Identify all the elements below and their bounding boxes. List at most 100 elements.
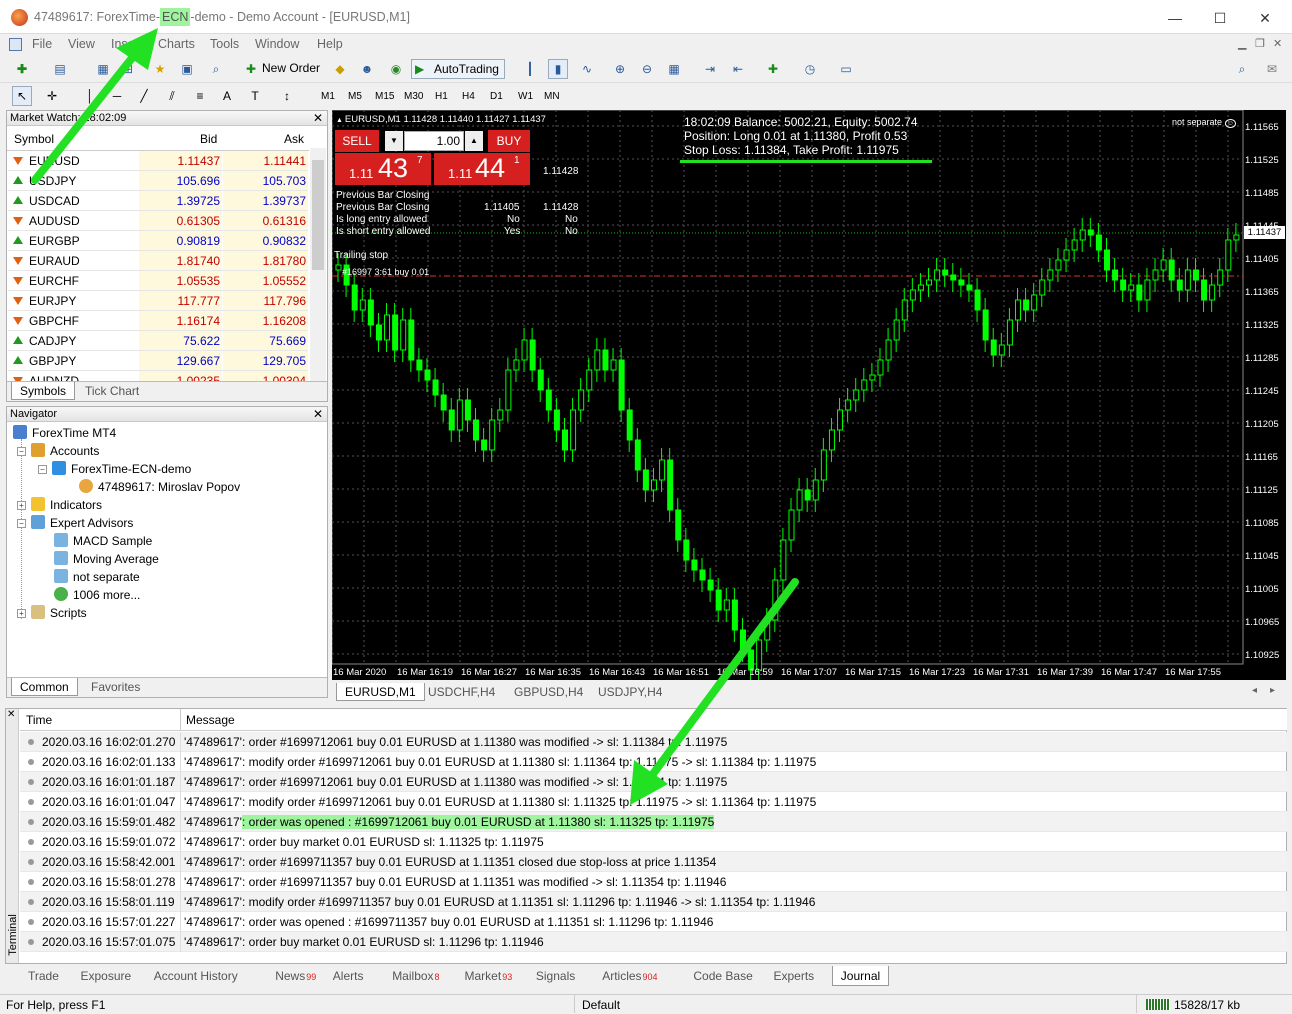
sell-price-box[interactable]: 1.11 43 7 <box>335 153 431 185</box>
crosshair-icon[interactable]: ✛ <box>42 86 62 106</box>
data-window-icon[interactable]: ⊞ <box>118 59 138 79</box>
tab-usdjpy-h4[interactable]: USDJPY,H4 <box>590 683 670 701</box>
periods-icon[interactable]: ◷ <box>800 59 820 79</box>
new-chart-icon[interactable]: ✚ <box>12 59 32 79</box>
market-watch-icon[interactable]: ▦ <box>93 59 113 79</box>
menu-tools[interactable]: Tools <box>210 37 239 51</box>
lot-size-input[interactable] <box>404 131 464 151</box>
line-chart-icon[interactable]: ∿ <box>577 59 597 79</box>
nav-ea-macd[interactable]: MACD Sample <box>54 532 152 550</box>
nav-root[interactable]: ForexTime MT4 <box>13 424 116 442</box>
tab-articles[interactable]: Articles904 <box>594 966 665 986</box>
menu-file[interactable]: File <box>32 37 52 51</box>
market-watch-row[interactable]: GBPJPY 129.667 129.705 <box>8 351 308 371</box>
tab-usdchf-h4[interactable]: USDCHF,H4 <box>420 683 503 701</box>
mdi-minimize-icon[interactable]: ▁ <box>1238 37 1246 50</box>
candlestick-icon[interactable]: ▮ <box>548 59 568 79</box>
mw-scrollbar[interactable] <box>310 148 326 382</box>
tab-news[interactable]: News99 <box>267 966 324 986</box>
menu-window[interactable]: Window <box>255 37 299 51</box>
journal-row[interactable]: 2020.03.16 15:57:01.227 '47489617': order… <box>20 912 1287 932</box>
cursor-icon[interactable]: ↖ <box>12 86 32 106</box>
templates-icon[interactable]: ▭ <box>836 59 856 79</box>
minimize-button[interactable]: — <box>1155 4 1195 32</box>
tab-experts[interactable]: Experts <box>766 966 823 986</box>
tabs-left-icon[interactable]: ◂ <box>1252 685 1257 696</box>
menu-help[interactable]: Help <box>317 37 343 51</box>
journal-row[interactable]: 2020.03.16 15:57:01.075 '47489617': order… <box>20 932 1287 952</box>
tab-market[interactable]: Market93 <box>457 966 521 986</box>
timeframe-m30[interactable]: M30 <box>404 88 423 106</box>
mw-header-bid[interactable]: Bid <box>200 129 217 149</box>
bar-chart-icon[interactable]: ┃ <box>520 59 540 79</box>
market-watch-row[interactable]: CADJPY 75.622 75.669 <box>8 331 308 351</box>
market-watch-row[interactable]: EURCHF 1.05535 1.05552 <box>8 271 308 291</box>
price-chart[interactable]: ▲ EURUSD,M1 1.11428 1.11440 1.11427 1.11… <box>332 110 1286 680</box>
header-time[interactable]: Time <box>26 713 52 727</box>
favorites-icon[interactable]: ★ <box>150 59 170 79</box>
header-message[interactable]: Message <box>186 713 235 727</box>
account-icon[interactable]: ☻ <box>357 59 377 79</box>
market-watch-row[interactable]: EURAUD 1.81740 1.81780 <box>8 251 308 271</box>
timeframe-mn[interactable]: MN <box>544 88 560 106</box>
market-watch-row[interactable]: AUDUSD 0.61305 0.61316 <box>8 211 308 231</box>
journal-row[interactable]: 2020.03.16 15:58:42.001 '47489617': order… <box>20 852 1287 872</box>
zoom-in-icon[interactable]: ⊕ <box>610 59 630 79</box>
tab-favorites[interactable]: Favorites <box>83 678 148 696</box>
tab-gbpusd-h4[interactable]: GBPUSD,H4 <box>506 683 591 701</box>
nav-server[interactable]: ForexTime-ECN-demo <box>52 460 191 478</box>
tabs-right-icon[interactable]: ▸ <box>1270 685 1275 696</box>
expand-indicators[interactable]: + <box>17 501 26 510</box>
market-watch-row[interactable]: EURUSD 1.11437 1.11441 <box>8 151 308 171</box>
tab-symbols[interactable]: Symbols <box>11 382 76 400</box>
channel-icon[interactable]: ⫽ <box>162 86 182 106</box>
vertical-line-icon[interactable]: │ <box>80 86 100 106</box>
mdi-restore-icon[interactable]: ❐ <box>1255 37 1265 50</box>
tab-signals[interactable]: Signals <box>528 966 583 986</box>
nav-ea-more[interactable]: 1006 more... <box>54 586 140 604</box>
nav-account[interactable]: 47489617: Miroslav Popov <box>79 478 240 496</box>
market-watch-row[interactable]: USDJPY 105.696 105.703 <box>8 171 308 191</box>
timeframe-h4[interactable]: H4 <box>462 88 475 106</box>
navigator-icon[interactable]: ▣ <box>177 59 197 79</box>
close-icon[interactable]: ✕ <box>313 407 323 421</box>
mw-header-symbol[interactable]: Symbol <box>14 129 54 149</box>
timeframe-m15[interactable]: M15 <box>375 88 394 106</box>
market-watch-row[interactable]: USDCAD 1.39725 1.39737 <box>8 191 308 211</box>
signals-icon[interactable]: ◉ <box>386 59 406 79</box>
journal-row[interactable]: 2020.03.16 15:59:01.482 '47489617': order… <box>20 812 1287 832</box>
timeframe-w1[interactable]: W1 <box>518 88 533 106</box>
buy-price-box[interactable]: 1.11 44 1 <box>434 153 530 185</box>
tab-alerts[interactable]: Alerts <box>325 966 372 986</box>
mw-scroll-thumb[interactable] <box>312 160 324 270</box>
menu-charts[interactable]: Charts <box>158 37 195 51</box>
journal-row[interactable]: 2020.03.16 15:58:01.119 '47489617': modif… <box>20 892 1287 912</box>
close-button[interactable]: ✕ <box>1245 4 1285 32</box>
nav-accounts[interactable]: Accounts <box>31 442 99 460</box>
autoscroll-icon[interactable]: ⇥ <box>700 59 720 79</box>
expand-scripts[interactable]: + <box>17 609 26 618</box>
zoom-out-icon[interactable]: ⊖ <box>637 59 657 79</box>
collapse-accounts[interactable]: − <box>17 447 26 456</box>
menu-view[interactable]: View <box>68 37 95 51</box>
tab-code-base[interactable]: Code Base <box>685 966 760 986</box>
tab-journal[interactable]: Journal <box>831 966 890 986</box>
menu-insert[interactable]: Insert <box>111 37 142 51</box>
trendline-icon[interactable]: ╱ <box>134 86 154 106</box>
autotrading-button[interactable]: ▶ AutoTrading <box>411 59 505 79</box>
lot-decrease-button[interactable]: ▼ <box>385 131 403 151</box>
timeframe-d1[interactable]: D1 <box>490 88 503 106</box>
timeframe-h1[interactable]: H1 <box>435 88 448 106</box>
mdi-close-icon[interactable]: ✕ <box>1273 37 1282 50</box>
buy-button[interactable]: BUY <box>488 130 530 152</box>
profiles-icon[interactable]: ▤ <box>50 59 70 79</box>
sell-button[interactable]: SELL <box>335 130 379 152</box>
tab-tick-chart[interactable]: Tick Chart <box>77 382 147 400</box>
nav-indicators[interactable]: Indicators <box>31 496 102 514</box>
journal-row[interactable]: 2020.03.16 16:01:01.047 '47489617': modif… <box>20 792 1287 812</box>
nav-scripts[interactable]: Scripts <box>31 604 87 622</box>
indicators-icon[interactable]: ✚ <box>763 59 783 79</box>
text-label-icon[interactable]: T <box>245 86 265 106</box>
strategy-tester-icon[interactable]: ⌕ <box>206 59 226 79</box>
new-order-icon[interactable]: ✚ <box>241 59 261 79</box>
